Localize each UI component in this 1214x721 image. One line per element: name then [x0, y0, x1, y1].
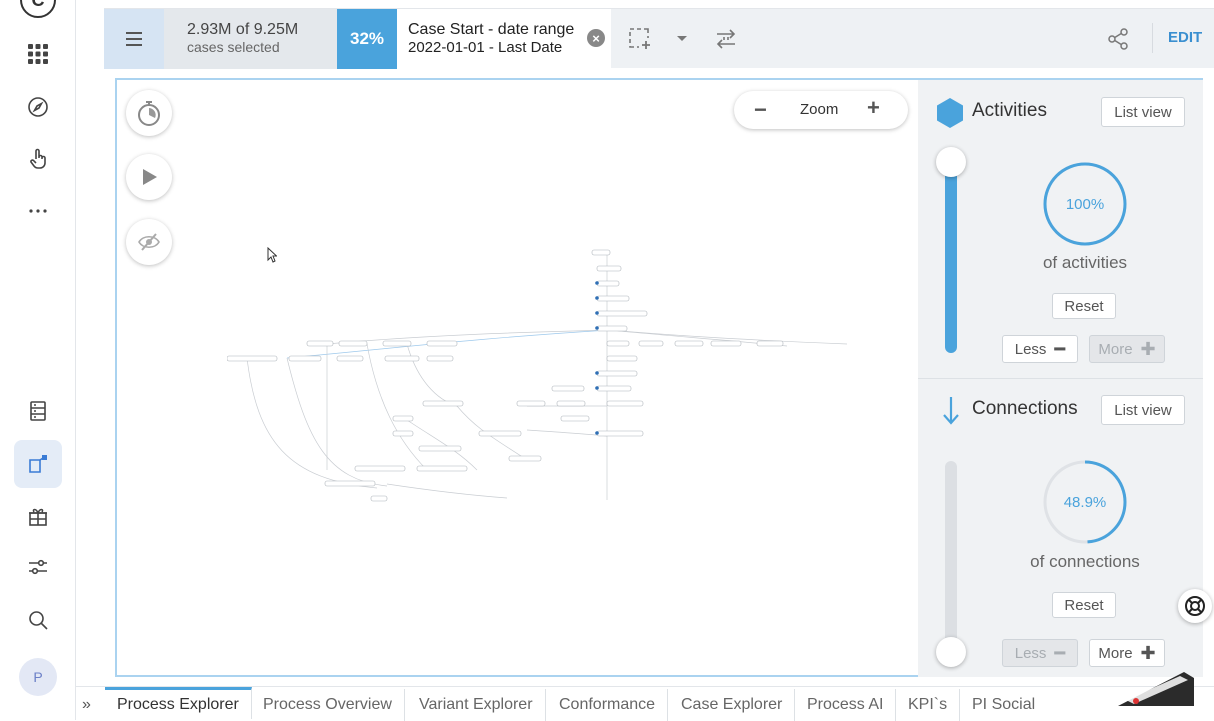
selection-percent-badge: 32% [337, 9, 397, 69]
connections-less-button[interactable]: Less ━ [1002, 639, 1078, 667]
timer-icon[interactable] [126, 90, 172, 136]
database-icon[interactable] [14, 387, 62, 435]
process-graph[interactable] [227, 240, 927, 510]
connections-arrow-down-icon [943, 397, 959, 425]
panel-divider [918, 378, 1203, 379]
activities-reset-button[interactable]: Reset [1052, 293, 1116, 319]
tab-pi-social[interactable]: PI Social [960, 689, 1047, 721]
activities-slider-thumb[interactable] [936, 147, 966, 177]
activities-hexagon-icon [937, 98, 963, 128]
zoom-control: − Zoom + [734, 91, 908, 129]
connections-reset-button[interactable]: Reset [1052, 592, 1116, 618]
apps-grid-icon[interactable] [14, 30, 62, 78]
help-lifebuoy-icon[interactable] [1178, 589, 1212, 623]
tab-conformance[interactable]: Conformance [547, 689, 669, 721]
compass-icon[interactable] [14, 83, 62, 131]
plus-icon: ✚ [1140, 338, 1156, 359]
plus-icon: ✚ [1140, 642, 1156, 663]
zoom-out-button[interactable]: − [754, 97, 767, 123]
pointer-hand-icon[interactable] [14, 135, 62, 183]
zoom-label: Zoom [800, 101, 839, 118]
play-animation-icon[interactable] [126, 154, 172, 200]
toolbar-divider [1152, 23, 1153, 53]
connections-of-label: of connections [1030, 552, 1140, 571]
cases-count: 2.93M of 9.25M [187, 21, 299, 38]
gift-icon[interactable] [14, 492, 62, 540]
screenpresso-watermark [1118, 672, 1194, 706]
selection-add-icon[interactable] [626, 25, 654, 53]
process-explorer-icon[interactable] [14, 440, 62, 488]
more-icon[interactable] [14, 187, 62, 235]
process-explorer-frame: − Zoom + Activities List view 100% of ac… [115, 78, 1203, 677]
remove-filter-icon[interactable]: × [587, 29, 605, 47]
activities-of-label: of activities [1042, 253, 1128, 272]
top-bar: 2.93M of 9.25M cases selected 32% Case S… [104, 8, 1214, 69]
minus-icon: ━ [1054, 642, 1066, 663]
activities-more-label: More [1098, 340, 1133, 358]
connections-slider-track[interactable] [945, 461, 957, 651]
activities-title: Activities [972, 100, 1047, 121]
hide-eye-icon[interactable] [126, 219, 172, 265]
left-nav: C P [0, 0, 76, 720]
edit-button[interactable]: EDIT [1168, 29, 1202, 46]
activities-less-label: Less [1014, 340, 1047, 358]
tab-kpis[interactable]: KPI`s [896, 689, 961, 721]
zoom-in-button[interactable]: + [867, 95, 880, 121]
activities-more-button[interactable]: More ✚ [1089, 335, 1165, 363]
tab-process-ai[interactable]: Process AI [795, 689, 897, 721]
mouse-cursor-icon [267, 247, 277, 263]
connections-title: Connections [972, 398, 1078, 419]
tab-variant-explorer[interactable]: Variant Explorer [407, 689, 546, 721]
tab-process-overview[interactable]: Process Overview [251, 689, 405, 721]
activities-less-button[interactable]: Less ━ [1002, 335, 1078, 363]
connections-more-button[interactable]: More ✚ [1089, 639, 1165, 667]
activities-slider-track[interactable] [945, 150, 957, 353]
tab-case-explorer[interactable]: Case Explorer [669, 689, 796, 721]
chevron-down-icon[interactable] [668, 25, 696, 53]
connections-percent: 48.9% [1063, 494, 1107, 511]
share-icon[interactable] [1104, 25, 1132, 53]
avatar[interactable]: P [19, 658, 57, 696]
connections-more-label: More [1098, 644, 1133, 662]
activities-percent: 100% [1065, 196, 1105, 213]
connections-less-label: Less [1014, 644, 1047, 662]
activities-list-view-button[interactable]: List view [1101, 97, 1185, 127]
filter-value: 2022-01-01 - Last Date [408, 39, 563, 56]
connections-slider-thumb[interactable] [936, 637, 966, 667]
expand-chevrons-icon[interactable]: » [82, 696, 91, 714]
date-range-filter[interactable]: Case Start - date range 2022-01-01 - Las… [397, 9, 611, 69]
tab-process-explorer[interactable]: Process Explorer [105, 687, 252, 719]
search-icon[interactable] [14, 596, 62, 644]
sliders-icon[interactable] [14, 543, 62, 591]
simplification-panel: Activities List view 100% of activities … [918, 80, 1203, 677]
celonis-logo[interactable]: C [20, 0, 56, 18]
cases-selected: 2.93M of 9.25M cases selected [164, 9, 337, 69]
menu-icon[interactable] [104, 9, 164, 69]
cases-label: cases selected [187, 39, 280, 55]
bottom-tab-bar: » Process Explorer Process Overview Vari… [76, 686, 1214, 721]
minus-icon: ━ [1054, 338, 1066, 359]
connections-list-view-button[interactable]: List view [1101, 395, 1185, 425]
swap-arrows-icon[interactable] [712, 25, 740, 53]
filter-title: Case Start - date range [408, 21, 575, 38]
